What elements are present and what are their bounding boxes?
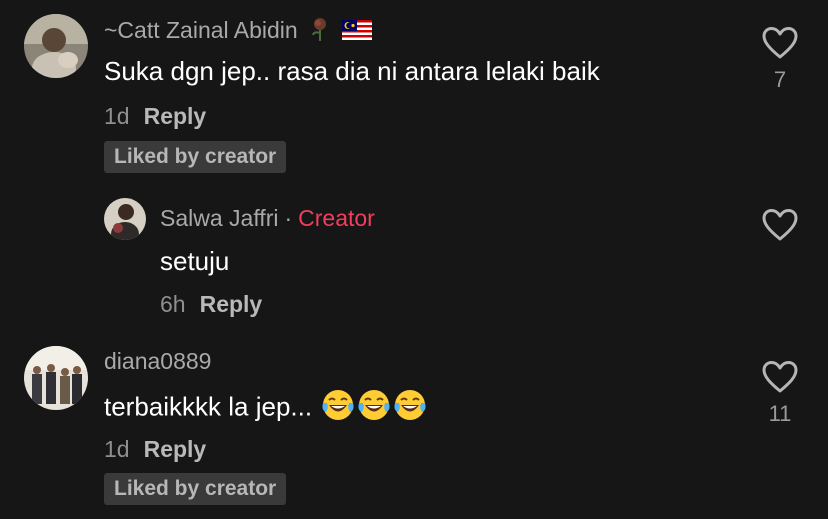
tears-of-joy-emoji: [357, 388, 391, 429]
like-count: 7: [773, 67, 787, 92]
comment-username[interactable]: ~Catt Zainal Abidin: [104, 15, 373, 49]
malaysia-flag-icon: [342, 18, 373, 46]
comment-text: setuju: [160, 246, 230, 276]
reply-button[interactable]: Reply: [144, 103, 207, 129]
liked-by-creator-badge: Liked by creator: [104, 141, 287, 173]
comment-text: terbaikkkk la jep...: [104, 388, 427, 429]
creator-badge: Creator: [298, 205, 375, 231]
comment-text: Suka dgn jep.. rasa dia ni antara lelaki…: [104, 56, 600, 86]
like-button[interactable]: 11: [760, 360, 800, 427]
comment-time: 1d: [104, 436, 130, 462]
avatar[interactable]: [24, 14, 88, 78]
comment-time: 6h: [160, 291, 186, 317]
tears-of-joy-emoji: [393, 388, 427, 429]
comment-username[interactable]: diana0889: [104, 347, 211, 375]
reply-button[interactable]: Reply: [144, 436, 207, 462]
heart-icon: [762, 27, 798, 59]
avatar[interactable]: [104, 198, 146, 240]
liked-by-creator-badge: Liked by creator: [104, 473, 287, 505]
like-button[interactable]: 7: [760, 26, 800, 93]
heart-icon: [762, 209, 798, 241]
tears-of-joy-emoji: [321, 388, 355, 429]
avatar[interactable]: [24, 346, 88, 410]
comment-meta: 1d Reply: [104, 102, 206, 130]
reply-button[interactable]: Reply: [200, 291, 263, 317]
comment-meta: 1d Reply: [104, 435, 206, 463]
separator-dot: ·: [284, 205, 293, 231]
like-button[interactable]: [760, 208, 800, 247]
comment-meta: 6h Reply: [160, 290, 262, 318]
comment-time: 1d: [104, 103, 130, 129]
rose-icon: [308, 15, 332, 49]
comment-username[interactable]: Salwa Jaffri · Creator: [160, 204, 375, 232]
heart-icon: [762, 361, 798, 393]
like-count: 11: [768, 401, 792, 426]
